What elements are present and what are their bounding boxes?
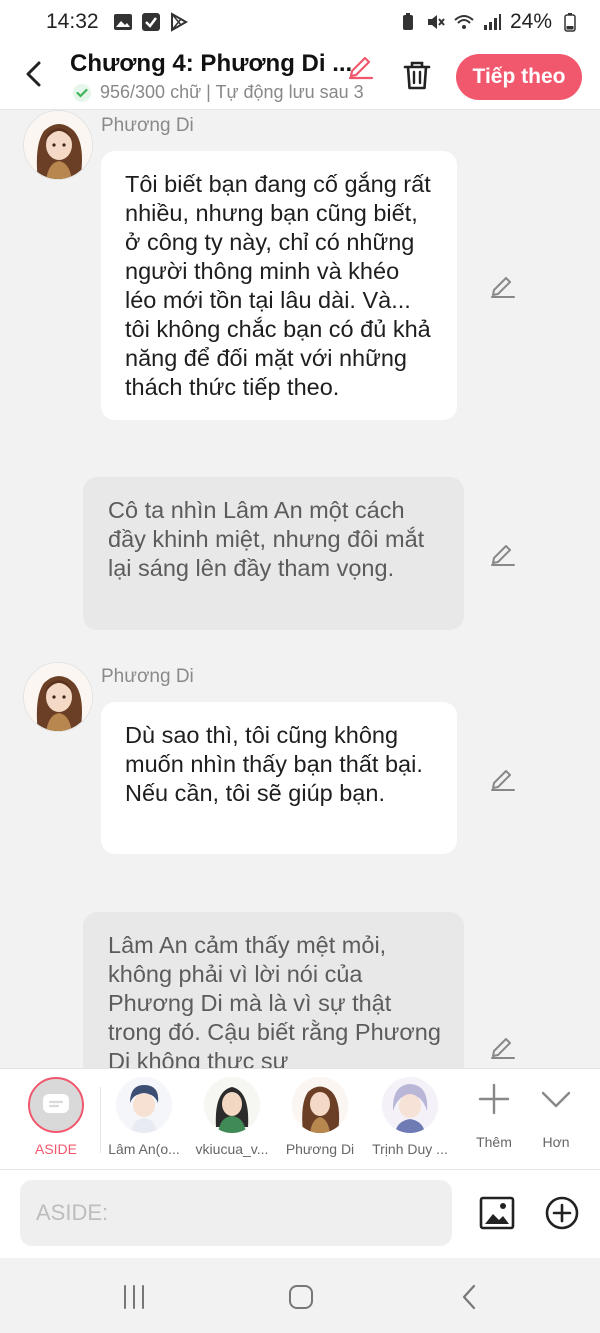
character-aside[interactable]: ASIDE — [10, 1077, 102, 1157]
speaker-name: Phương Di — [101, 115, 194, 136]
edit-pencil-icon[interactable] — [489, 764, 517, 792]
aside-bubble[interactable]: Cô ta nhìn Lâm An một cách đầy khinh miệ… — [83, 477, 464, 630]
character-selector: ASIDE Lâm An(o... vkiucua_v... Phương Di… — [0, 1068, 600, 1170]
character-name: Trịnh Duy ... — [372, 1141, 448, 1157]
edit-pencil-icon[interactable] — [489, 271, 517, 299]
dialog-bubble[interactable]: Dù sao thì, tôi cũng không muốn nhìn thấ… — [101, 702, 457, 854]
collapse-label: Hơn — [542, 1134, 570, 1150]
signal-icon — [483, 14, 501, 30]
character-lam-an[interactable]: Lâm An(o... — [98, 1077, 190, 1157]
avatar-phuong-di[interactable] — [23, 662, 93, 732]
message-input[interactable] — [20, 1180, 452, 1246]
dialog-bubble[interactable]: Tôi biết bạn đang cố gắng rất nhiều, như… — [101, 151, 457, 420]
girl-portrait-icon — [24, 111, 92, 179]
battery-saver-icon — [402, 13, 413, 30]
message-text: Lâm An cảm thấy mệt mỏi, không phải vì l… — [108, 932, 441, 1068]
save-status: 956/300 chữ | Tự động lưu sau 3 — [72, 82, 372, 103]
boy-portrait-icon — [116, 1077, 172, 1133]
gallery-icon — [113, 14, 132, 30]
chapter-title[interactable]: Chương 4: Phương Di ... — [70, 50, 352, 78]
edit-pencil-icon[interactable] — [489, 539, 517, 567]
message-text: Tôi biết bạn đang cố gắng rất nhiều, như… — [125, 171, 431, 400]
chevron-down-icon — [541, 1091, 571, 1108]
battery-percent: 24% — [509, 10, 552, 33]
home-icon[interactable] — [286, 1282, 316, 1312]
word-count-autosave-text: 956/300 chữ | Tự động lưu sau 3 — [100, 82, 364, 102]
editor-header: Chương 4: Phương Di ... 956/300 chữ | Tự… — [0, 44, 600, 110]
speaker-name: Phương Di — [101, 666, 194, 687]
wifi-icon — [454, 15, 474, 29]
check-circle-icon — [73, 83, 91, 102]
avatar-phuong-di[interactable] — [23, 110, 93, 180]
character-name: vkiucua_v... — [195, 1141, 269, 1157]
character-vkiucua[interactable]: vkiucua_v... — [186, 1077, 278, 1157]
girl-green-portrait-icon — [204, 1077, 260, 1133]
battery-icon — [564, 13, 576, 32]
aside-bubble[interactable]: Lâm An cảm thấy mệt mỏi, không phải vì l… — [83, 912, 464, 1068]
trash-icon[interactable] — [400, 58, 434, 92]
checkbox-icon — [141, 13, 160, 31]
edit-pencil-icon[interactable] — [489, 1032, 517, 1060]
mute-icon — [427, 15, 445, 29]
add-character-button[interactable]: Thêm — [464, 1081, 524, 1150]
character-name: Phương Di — [285, 1141, 355, 1157]
compose-bar — [0, 1170, 600, 1258]
edit-title-pencil-icon[interactable] — [346, 50, 376, 80]
character-trinh-duy[interactable]: Trịnh Duy ... — [364, 1077, 456, 1157]
insert-image-icon[interactable] — [478, 1194, 516, 1232]
collapse-characters-button[interactable]: Hơn — [526, 1081, 586, 1150]
message-text: Cô ta nhìn Lâm An một cách đầy khinh miệ… — [108, 497, 425, 581]
status-time: 14:32 — [46, 10, 99, 33]
story-chat-area[interactable]: Phương Di Tôi biết bạn đang cố gắng rất … — [0, 110, 600, 1068]
character-avatar — [292, 1077, 348, 1133]
back-arrow-icon[interactable] — [18, 58, 50, 90]
message-text: Dù sao thì, tôi cũng không muốn nhìn thấ… — [125, 722, 423, 806]
character-avatar — [382, 1077, 438, 1133]
back-icon[interactable] — [455, 1282, 485, 1312]
character-avatar — [204, 1077, 260, 1133]
girl-portrait-icon — [24, 663, 92, 731]
girl-portrait-icon — [292, 1077, 348, 1133]
status-bar: 14:32 24% — [0, 0, 600, 44]
next-button[interactable]: Tiếp theo — [456, 54, 582, 100]
recent-apps-icon[interactable] — [119, 1282, 149, 1312]
character-name: Lâm An(o... — [108, 1141, 180, 1157]
character-avatar — [116, 1077, 172, 1133]
plus-icon — [478, 1083, 510, 1115]
play-store-icon — [170, 12, 188, 32]
speech-bubble-icon — [43, 1094, 69, 1113]
system-navigation-bar — [0, 1258, 600, 1333]
aside-avatar — [28, 1077, 84, 1133]
boy-silver-hair-portrait-icon — [382, 1077, 438, 1133]
add-label: Thêm — [476, 1134, 512, 1150]
character-phuong-di[interactable]: Phương Di — [274, 1077, 366, 1157]
character-name: ASIDE — [34, 1141, 77, 1157]
add-circle-icon[interactable] — [543, 1194, 581, 1232]
